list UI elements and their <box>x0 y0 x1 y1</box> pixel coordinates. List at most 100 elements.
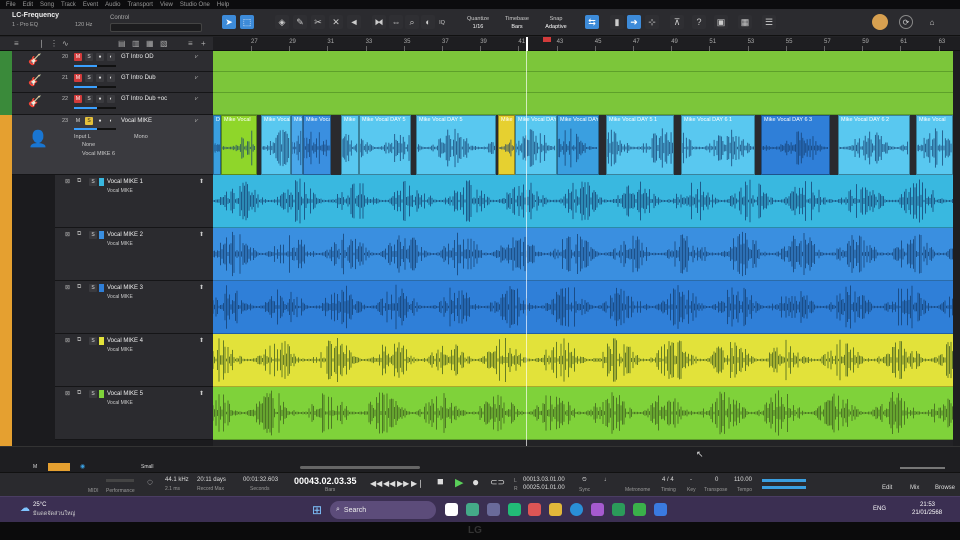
help-icon[interactable]: ? <box>692 15 706 29</box>
mute-button[interactable]: M <box>74 117 82 125</box>
monitor-button[interactable]: ◐ <box>107 74 115 82</box>
audio-clip[interactable]: Mike Voca <box>303 115 331 175</box>
layer-header[interactable]: ⊠ ⧉ S Vocal MIKE 2 Vocal MIKE ⬆ <box>55 228 213 281</box>
audio-clip[interactable]: Mike Vocal <box>221 115 257 175</box>
color-swatch[interactable] <box>48 463 70 471</box>
avatar[interactable] <box>872 14 888 30</box>
mix-view-button[interactable]: Mix <box>910 485 919 491</box>
layer-name[interactable]: Vocal MIKE 3 <box>107 285 143 291</box>
layer-color-swatch[interactable] <box>99 231 104 239</box>
language-indicator[interactable]: ENG <box>873 506 886 512</box>
copy-icon[interactable]: ⧉ <box>77 390 81 397</box>
windows-start-icon[interactable]: ⊞ <box>312 503 325 517</box>
menu-icon[interactable]: ≡ <box>188 39 193 48</box>
layer-header[interactable]: ⊠ ⧉ S Vocal MIKE 5 Vocal MIKE ⬆ <box>55 387 213 440</box>
audio-clip[interactable]: Mike <box>341 115 359 175</box>
record-arm-button[interactable]: ● <box>96 74 104 82</box>
playhead-marker[interactable] <box>526 37 528 51</box>
record-arm-button[interactable]: ● <box>96 117 104 125</box>
end-icon[interactable]: ▶❘ <box>411 479 424 488</box>
solo-button[interactable]: S <box>85 74 93 82</box>
mute-button[interactable]: M <box>74 74 82 82</box>
layer-name[interactable]: Vocal MIKE 5 <box>107 391 143 397</box>
menu-item[interactable]: Song <box>40 2 54 8</box>
collapse-icon[interactable]: ≡ <box>14 39 19 48</box>
layer-name[interactable]: Vocal MIKE 2 <box>107 232 143 238</box>
layer-name[interactable]: Vocal MIKE 4 <box>107 338 143 344</box>
zoom-slider[interactable] <box>900 467 945 469</box>
track-name[interactable]: GT Intro OD <box>121 54 154 60</box>
edit-view-button[interactable]: Edit <box>882 485 892 491</box>
automation-icon[interactable]: ∿ <box>62 39 69 48</box>
layer-color-swatch[interactable] <box>99 178 104 186</box>
promote-arrow-icon[interactable]: ⬆ <box>199 178 204 185</box>
loop-marker[interactable] <box>543 37 551 42</box>
promote-arrow-icon[interactable]: ⬆ <box>199 337 204 344</box>
volume-meter[interactable] <box>74 107 116 109</box>
pencil-tool-icon[interactable]: ✎ <box>293 15 307 29</box>
loop-icon[interactable]: ⊂⊃ <box>490 477 505 488</box>
track-header[interactable]: 🎸 20 M S ● ◐ GT Intro OD ⩗ <box>12 51 213 72</box>
solo-button[interactable]: S <box>89 337 97 345</box>
sync-icon[interactable]: ⟳ <box>899 15 913 29</box>
input-select[interactable]: Input L <box>74 134 91 140</box>
track-header[interactable]: 🎸 21 M S ● ◐ GT Intro Dub ⩗ <box>12 72 213 93</box>
weather-icon[interactable]: ☁ <box>20 503 30 514</box>
menu-item[interactable]: Event <box>83 2 98 8</box>
metronome-icon[interactable]: ♩ <box>604 477 610 483</box>
key-value[interactable]: - <box>690 477 692 483</box>
mixer-icon[interactable]: ▦ <box>146 39 154 48</box>
layer-name[interactable]: Vocal MIKE 1 <box>107 179 143 185</box>
solo-button[interactable]: S <box>89 390 97 398</box>
track-header[interactable]: 🎸 22 M S ● ◐ GT Intro Dub +oc ⩗ <box>12 93 213 115</box>
list-icon[interactable]: ☰ <box>762 15 776 29</box>
guitar-lane[interactable] <box>213 72 953 93</box>
copy-icon[interactable]: ⧉ <box>77 231 81 238</box>
app-icon[interactable] <box>654 503 667 516</box>
widgets-icon[interactable] <box>466 503 479 516</box>
clock-date[interactable]: 21/01/2568 <box>912 510 942 516</box>
play-icon[interactable]: ▶ <box>455 476 463 489</box>
mute-all-icon[interactable]: M <box>33 464 37 470</box>
stop-icon[interactable]: ■ <box>437 476 444 488</box>
layer-color-swatch[interactable] <box>99 390 104 398</box>
mute-tool-icon[interactable]: ✕ <box>329 15 343 29</box>
app-icon[interactable] <box>591 503 604 516</box>
app-icon[interactable] <box>612 503 625 516</box>
promote-arrow-icon[interactable]: ⬆ <box>199 231 204 238</box>
menu-item[interactable]: Track <box>61 2 76 8</box>
bend-tool-icon[interactable]: ⧓ <box>372 15 386 29</box>
promote-arrow-icon[interactable]: ⬆ <box>199 390 204 397</box>
mute-button[interactable]: M <box>74 95 82 103</box>
solo-button[interactable]: S <box>85 117 93 125</box>
layer-lane[interactable] <box>213 334 953 387</box>
audio-clip[interactable]: Mike Vocal DAY 6 1 <box>681 115 755 175</box>
grid-icon[interactable]: ▦ <box>738 15 752 29</box>
vocal-comp-lane[interactable]: D Mike Vocal Mike Vocal Mik Mike Voca Mike Mik… <box>213 115 953 175</box>
edge-icon[interactable] <box>570 503 583 516</box>
menu-item[interactable]: Transport <box>128 2 153 8</box>
loop-start[interactable]: 00013.03.01.00 <box>523 477 565 483</box>
line-icon[interactable] <box>633 503 646 516</box>
size-select[interactable]: Small <box>141 464 154 470</box>
track-name[interactable]: Vocal MIKE <box>121 118 152 124</box>
show-icon[interactable]: ❘ <box>38 39 45 48</box>
menu-item[interactable]: File <box>6 2 16 8</box>
markers-icon[interactable]: ▧ <box>160 39 168 48</box>
expand-icon[interactable]: ⊠ <box>65 284 70 291</box>
file-explorer-icon[interactable] <box>549 503 562 516</box>
transpose-value[interactable]: 0 <box>715 477 718 483</box>
mute-button[interactable]: M <box>74 53 82 61</box>
audio-clip[interactable]: D <box>213 115 221 175</box>
control-dropdown[interactable] <box>110 23 202 32</box>
audio-clip[interactable]: Mike Vocal DAY 6 2 <box>838 115 910 175</box>
menu-item[interactable]: Help <box>217 2 229 8</box>
menu-item[interactable]: View <box>160 2 173 8</box>
audio-clip[interactable]: Mike Vocal <box>261 115 291 175</box>
solo-button[interactable]: S <box>89 284 97 292</box>
solo-button[interactable]: S <box>89 231 97 239</box>
layer-header[interactable]: ⊠ ⧉ S Vocal MIKE 3 Vocal MIKE ⬆ <box>55 281 213 334</box>
solo-button[interactable]: S <box>85 95 93 103</box>
promote-arrow-icon[interactable]: ⬆ <box>199 284 204 291</box>
snap-value[interactable]: Adaptive <box>536 24 576 30</box>
